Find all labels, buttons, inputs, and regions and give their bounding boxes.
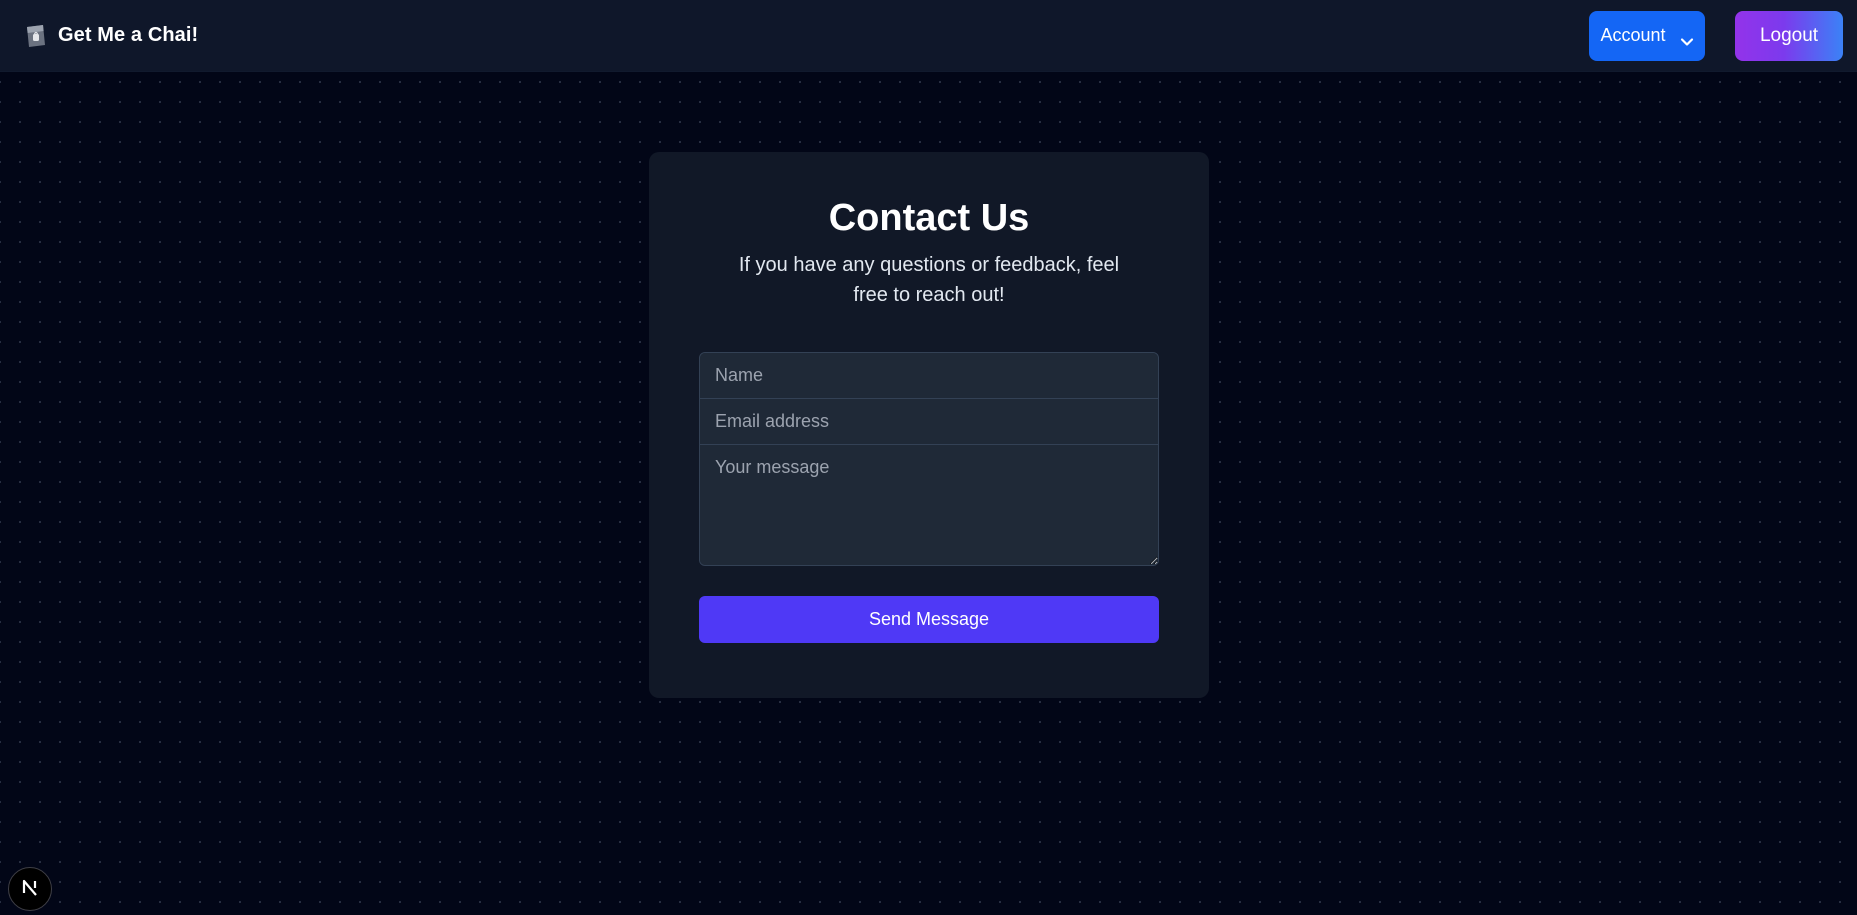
nextjs-logo-icon	[19, 876, 41, 903]
page-subtitle: If you have any questions or feedback, f…	[738, 254, 1120, 306]
chevron-down-icon	[1680, 31, 1694, 46]
email-field[interactable]	[700, 399, 1158, 445]
logout-button[interactable]: Logout	[1735, 10, 1843, 61]
page-title: Contact Us	[828, 197, 1030, 239]
contact-card: Contact Us If you have any questions or …	[649, 152, 1209, 698]
contact-field-group	[699, 352, 1159, 566]
brand-title: Get Me a Chai!	[58, 24, 199, 46]
account-dropdown-button[interactable]: Account	[1589, 10, 1705, 61]
account-button-label: Account	[1600, 25, 1666, 45]
send-message-button[interactable]: Send Message	[699, 596, 1159, 643]
nextjs-dev-badge[interactable]	[8, 867, 52, 911]
name-field[interactable]	[700, 353, 1158, 399]
message-field[interactable]	[700, 445, 1158, 565]
nav-actions: Account Logout	[1589, 10, 1843, 61]
chai-cup-icon	[24, 23, 48, 49]
brand-link[interactable]: Get Me a Chai!	[24, 23, 198, 49]
contact-form: Send Message	[699, 352, 1159, 643]
navbar: Get Me a Chai! Account Logout	[0, 0, 1857, 72]
